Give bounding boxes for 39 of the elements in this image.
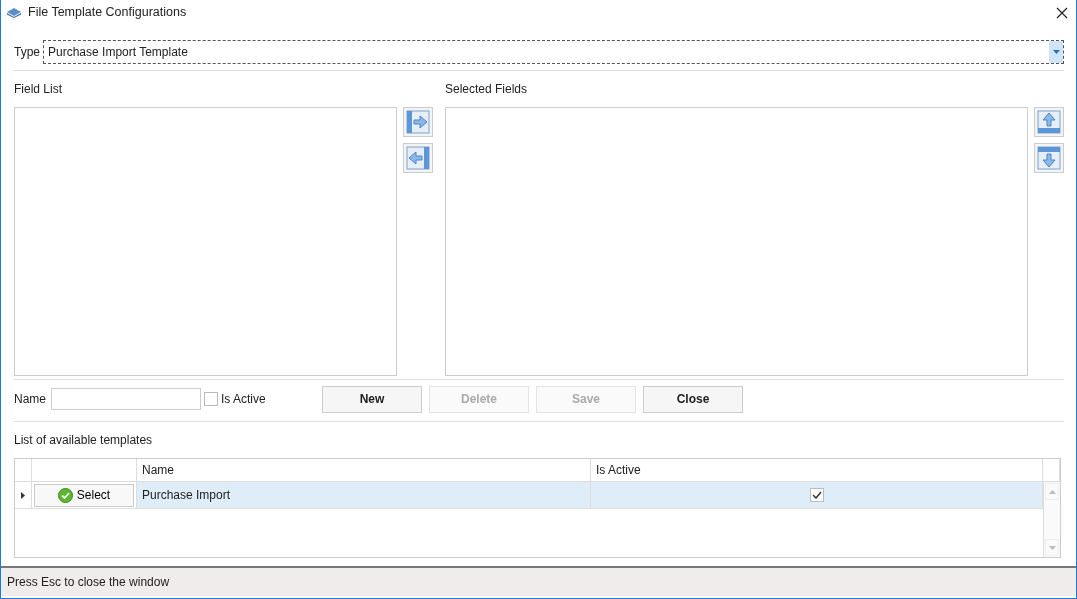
name-label: Name [14,391,46,408]
name-input[interactable] [51,388,201,410]
caret-up-icon [1048,489,1056,494]
field-list-box[interactable] [14,107,397,376]
status-bar: Press Esc to close the window [1,566,1076,596]
check-icon [811,491,822,499]
header-corner [15,459,32,482]
type-label: Type [14,44,40,61]
move-right-button[interactable] [403,107,433,137]
table-cell: Purchase Import [137,482,591,509]
row-pointer-icon [21,491,25,499]
caret-down-icon [1048,545,1056,550]
field-list-label: Field List [14,81,64,98]
checkbox[interactable] [809,488,824,502]
arrow-up-icon [1037,110,1061,134]
type-dropdown[interactable]: Purchase Import Template [43,40,1064,64]
checkbox[interactable] [204,392,218,406]
arrow-left-icon [406,146,430,170]
scroll-up-button[interactable] [1045,483,1059,500]
move-down-button[interactable] [1034,143,1064,173]
arrow-right-icon [406,110,430,134]
close-icon [1056,6,1068,19]
check-circle-icon [57,487,73,503]
book-icon [6,6,22,18]
window-title: File Template Configurations [28,3,187,21]
scroll-down-button[interactable] [1045,539,1059,556]
is-active-label: Is Active [221,391,266,408]
move-left-button[interactable] [403,143,433,173]
selected-fields-box[interactable] [445,107,1028,376]
command-button[interactable]: New [322,385,422,413]
arrow-down-icon [1037,146,1061,170]
select-button[interactable]: Select [34,483,134,507]
templates-label: List of available templates [14,432,154,449]
selected-fields-label: Selected Fields [445,81,529,98]
command-button[interactable]: Close [643,385,743,413]
move-up-button[interactable] [1034,107,1064,137]
row-header[interactable] [15,482,32,509]
scrollbar[interactable] [1043,482,1060,557]
caret-icon [1052,50,1060,54]
